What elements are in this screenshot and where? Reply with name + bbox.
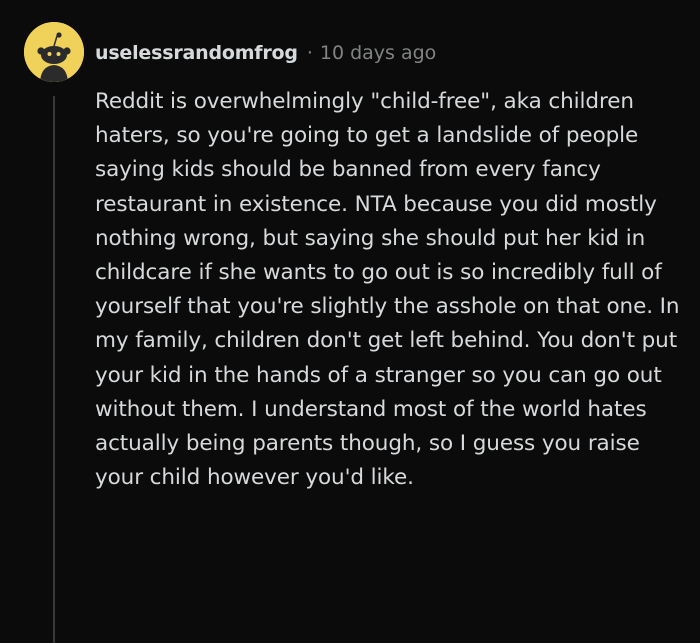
comment: uselessrandomfrog · 10 days ago Reddit i… xyxy=(0,0,700,643)
avatar[interactable] xyxy=(24,22,84,82)
username-link[interactable]: uselessrandomfrog xyxy=(95,42,298,64)
comment-header: uselessrandomfrog · 10 days ago xyxy=(95,38,436,68)
snoo-avatar-icon xyxy=(24,22,84,82)
thread-line[interactable] xyxy=(53,96,55,643)
comment-body: Reddit is overwhelmingly "child-free", a… xyxy=(95,89,680,491)
timestamp[interactable]: 10 days ago xyxy=(320,42,436,64)
separator-dot: · xyxy=(306,42,313,64)
